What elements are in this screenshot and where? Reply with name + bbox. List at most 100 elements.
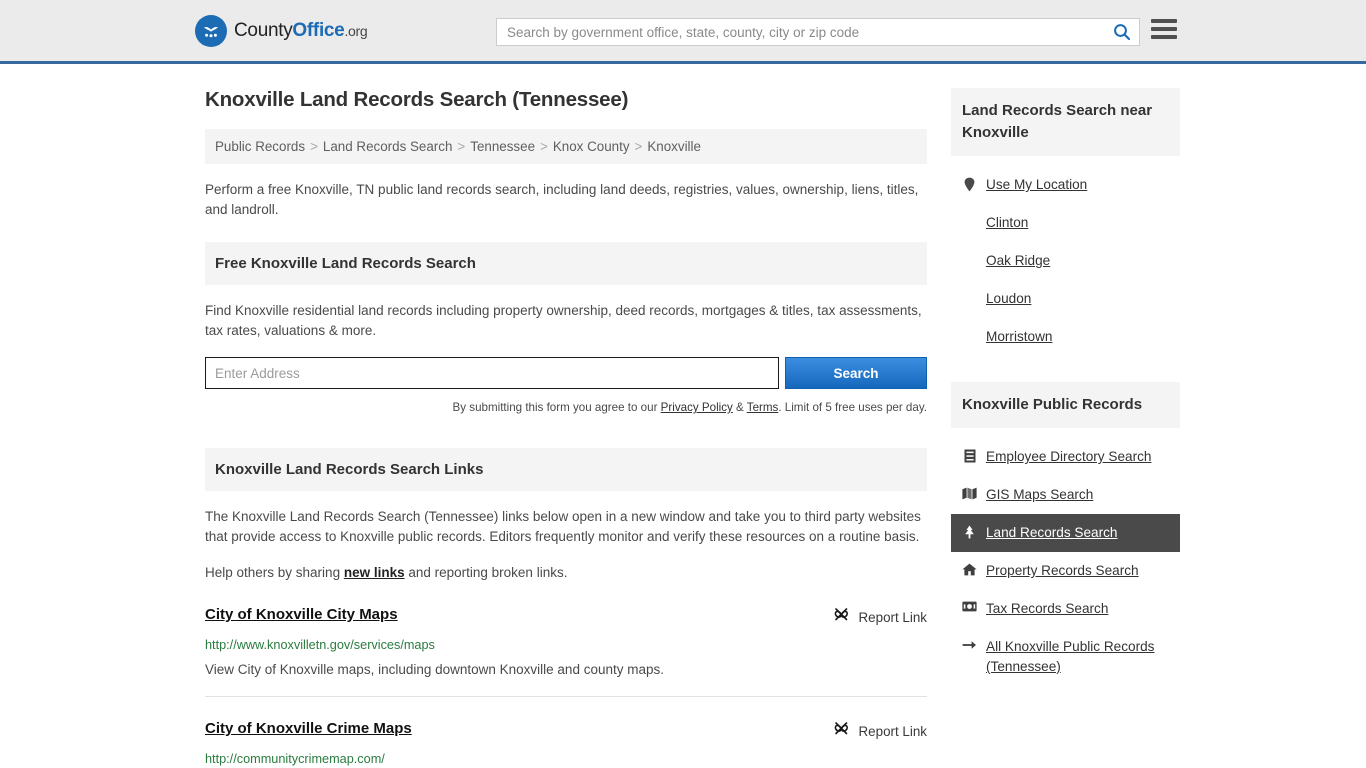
sidebar-item-tax-records-search[interactable]: Tax Records Search	[951, 590, 1180, 628]
sidebar-item-employee-directory-search[interactable]: Employee Directory Search	[951, 438, 1180, 476]
links-section-paragraph: The Knoxville Land Records Search (Tenne…	[205, 509, 921, 544]
report-link-button[interactable]: Report Link	[833, 605, 927, 629]
sidebar-item-label: Loudon	[986, 291, 1032, 306]
sidebar-near-list: Use My Location Clinton Oak Ridge Loudon…	[951, 166, 1180, 356]
link-entry-header: City of Knoxville City Maps Report Link	[205, 605, 927, 629]
site-header: CountyOffice.org	[0, 0, 1366, 64]
breadcrumb-item-4[interactable]: Knoxville	[647, 139, 701, 154]
sidebar-item-all-public-records[interactable]: All Knoxville Public Records (Tennessee)	[951, 628, 1180, 686]
breadcrumb-separator: >	[310, 139, 318, 154]
sidebar-item-label: Use My Location	[986, 177, 1088, 192]
page-container: Knoxville Land Records Search (Tennessee…	[0, 64, 1366, 768]
sidebar-item-morristown[interactable]: Morristown	[951, 318, 1180, 356]
sidebar-item-loudon[interactable]: Loudon	[951, 280, 1180, 318]
sidebar-item-gis-maps-search[interactable]: GIS Maps Search	[951, 476, 1180, 514]
search-icon[interactable]	[1105, 19, 1139, 45]
sidebar-item-label: Morristown	[986, 329, 1053, 344]
report-link-label: Report Link	[858, 723, 927, 739]
address-search-button[interactable]: Search	[785, 357, 927, 389]
money-bill-icon	[962, 599, 977, 612]
tree-icon	[962, 523, 977, 539]
site-logo[interactable]: CountyOffice.org	[195, 14, 368, 47]
logo-text-part1: County	[234, 19, 293, 41]
link-entry-header: City of Knoxville Crime Maps Report Link	[205, 719, 927, 743]
page-title: Knoxville Land Records Search (Tennessee…	[205, 88, 629, 111]
help-prefix: Help others by sharing	[205, 565, 344, 580]
directory-list-icon	[962, 447, 977, 463]
breadcrumb-item-1[interactable]: Land Records Search	[323, 139, 453, 154]
spacer-icon	[962, 213, 977, 215]
sidebar-item-oak-ridge[interactable]: Oak Ridge	[951, 242, 1180, 280]
hamburger-menu-icon[interactable]	[1151, 19, 1177, 39]
sidebar-item-use-my-location[interactable]: Use My Location	[951, 166, 1180, 204]
resource-link-url: http://www.knoxvilletn.gov/services/maps	[205, 638, 435, 652]
hamburger-bar	[1151, 19, 1177, 23]
disclaimer-suffix: . Limit of 5 free uses per day.	[778, 401, 927, 414]
spacer-icon	[962, 289, 977, 291]
breadcrumb-separator: >	[634, 139, 643, 154]
sidebar-item-label: All Knoxville Public Records (Tennessee)	[986, 639, 1155, 674]
broken-link-icon	[833, 720, 850, 743]
search-input[interactable]	[497, 24, 1105, 40]
logo-text-part2: Office	[292, 19, 345, 41]
link-entry: City of Knoxville Crime Maps Report Link…	[205, 719, 927, 768]
breadcrumb: Public Records > Land Records Search > Tenne…	[205, 129, 927, 164]
hamburger-bar	[1151, 27, 1177, 31]
disclaimer-amp: &	[732, 401, 747, 414]
links-section-help: Help others by sharing new links and rep…	[205, 563, 927, 583]
house-icon	[962, 561, 977, 576]
address-search-form: Search	[205, 357, 927, 389]
address-input[interactable]	[205, 357, 779, 389]
sidebar-item-label: Clinton	[986, 215, 1029, 230]
page-intro-text: Perform a free Knoxville, TN public land…	[205, 182, 919, 217]
breadcrumb-item-0[interactable]: Public Records	[215, 139, 305, 154]
arrow-right-icon	[962, 637, 977, 651]
sidebar-item-label: Property Records Search	[986, 563, 1139, 578]
resource-link-description: View City of Knoxville maps, including d…	[205, 662, 664, 677]
sidebar: Land Records Search near Knoxville Use M…	[951, 88, 1180, 768]
logo-text-suffix: .org	[344, 22, 368, 39]
free-search-description: Find Knoxville residential land records …	[205, 303, 922, 338]
breadcrumb-item-3[interactable]: Knox County	[553, 139, 630, 154]
logo-text: CountyOffice.org	[234, 19, 368, 42]
privacy-policy-link[interactable]: Privacy Policy	[661, 401, 733, 414]
sidebar-item-label: Oak Ridge	[986, 253, 1051, 268]
new-links-link[interactable]: new links	[344, 565, 405, 580]
main-content: Knoxville Land Records Search (Tennessee…	[205, 88, 927, 768]
links-section-body: The Knoxville Land Records Search (Tenne…	[205, 507, 927, 768]
breadcrumb-separator: >	[457, 139, 466, 154]
spacer-icon	[962, 251, 977, 253]
disclaimer-prefix: By submitting this form you agree to our	[452, 401, 661, 414]
sidebar-public-records-list: Employee Directory Search GIS Maps Searc…	[951, 438, 1180, 686]
report-link-button[interactable]: Report Link	[833, 719, 927, 743]
resource-link-url: http://communitycrimemap.com/	[205, 752, 385, 766]
sidebar-item-land-records-search[interactable]: Land Records Search	[951, 514, 1180, 552]
spacer-icon	[962, 327, 977, 329]
broken-link-icon	[833, 606, 850, 629]
sidebar-item-property-records-search[interactable]: Property Records Search	[951, 552, 1180, 590]
eagle-seal-icon	[195, 14, 227, 47]
sidebar-item-label: Land Records Search	[986, 525, 1118, 540]
sidebar-item-clinton[interactable]: Clinton	[951, 204, 1180, 242]
map-pin-icon	[962, 175, 977, 192]
hamburger-bar	[1151, 35, 1177, 39]
folded-map-icon	[962, 485, 977, 500]
sidebar-near-heading: Land Records Search near Knoxville	[951, 88, 1180, 156]
form-disclaimer: By submitting this form you agree to our…	[205, 398, 927, 418]
global-search-bar[interactable]	[496, 18, 1140, 46]
links-section-heading: Knoxville Land Records Search Links	[205, 448, 927, 491]
free-search-heading: Free Knoxville Land Records Search	[205, 242, 927, 285]
sidebar-item-label: Tax Records Search	[986, 601, 1109, 616]
sidebar-public-records-heading: Knoxville Public Records	[951, 382, 1180, 428]
help-suffix: and reporting broken links.	[404, 565, 568, 580]
link-entry: City of Knoxville City Maps Report Link …	[205, 605, 927, 697]
breadcrumb-separator: >	[540, 139, 548, 154]
breadcrumb-item-2[interactable]: Tennessee	[470, 139, 535, 154]
resource-link-title[interactable]: City of Knoxville City Maps	[205, 605, 398, 625]
report-link-label: Report Link	[858, 609, 927, 625]
terms-link[interactable]: Terms	[747, 401, 779, 414]
sidebar-item-label: GIS Maps Search	[986, 487, 1094, 502]
sidebar-item-label: Employee Directory Search	[986, 449, 1152, 464]
entry-divider	[205, 696, 927, 697]
resource-link-title[interactable]: City of Knoxville Crime Maps	[205, 719, 412, 739]
